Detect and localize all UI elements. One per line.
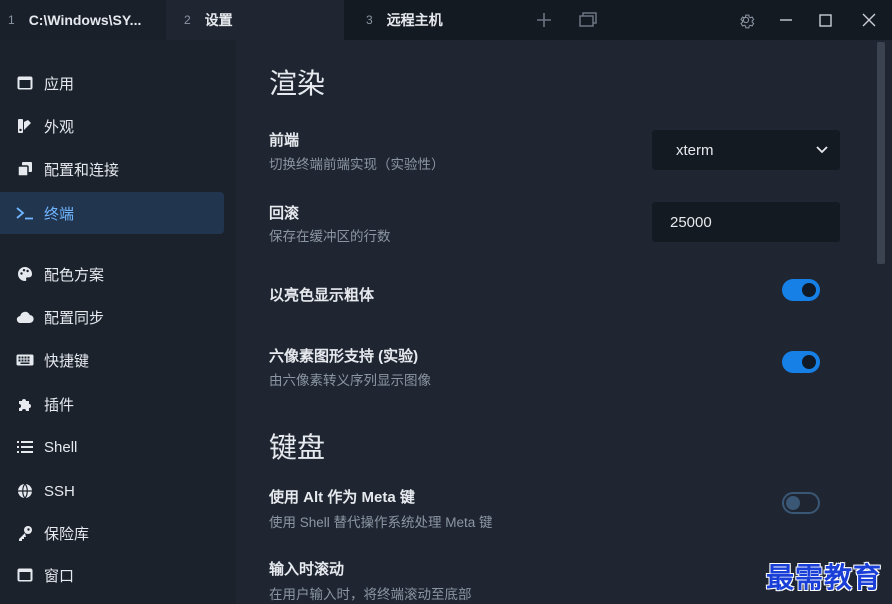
copy-icon (16, 160, 34, 178)
toggle-knob (802, 355, 816, 369)
sidebar-item-window[interactable]: 窗口 (0, 554, 224, 596)
sidebar-item-terminal[interactable]: 终端 (0, 192, 224, 234)
settings-sidebar: 应用 外观 配置和连接 终端 配色方案 配置同步 快捷键 插件 Shell SS… (0, 40, 236, 604)
close-icon (862, 13, 876, 27)
settings-content: 渲染 前端 切换终端前端实现（实验性） xterm 回滚 保存在缓冲区的行数 2… (236, 40, 876, 604)
sidebar-item-plugins[interactable]: 插件 (0, 383, 224, 425)
sidebar-item-label: 配色方案 (44, 266, 105, 284)
sidebar-item-ssh[interactable]: SSH (0, 470, 224, 512)
sidebar-item-color-schemes[interactable]: 配色方案 (0, 253, 224, 295)
list-icon (16, 438, 34, 456)
sidebar-item-label: 外观 (44, 118, 75, 136)
scrollback-desc: 保存在缓冲区的行数 (269, 229, 391, 244)
bold-bright-title: 以亮色显示粗体 (269, 287, 375, 304)
sidebar-item-label: 应用 (44, 75, 75, 93)
scroll-on-input-desc: 在用户输入时，将终端滚动至底部 (269, 587, 472, 602)
tab-number: 1 (8, 13, 15, 27)
toggle-knob (786, 496, 800, 510)
tab-bar: 1 C:\Windows\SY... 2 设置 3 远程主机 (0, 0, 892, 40)
sidebar-item-config-sync[interactable]: 配置同步 (0, 296, 224, 338)
tab-title: 远程主机 (386, 12, 443, 28)
tab-bar-spacer (610, 0, 724, 40)
maximize-button[interactable] (804, 0, 846, 40)
sidebar-item-vault[interactable]: 保险库 (0, 512, 224, 554)
section-heading-keyboard: 键盘 (269, 432, 326, 463)
scrollback-title: 回滚 (269, 205, 300, 222)
sixel-desc: 由六像素转义序列显示图像 (269, 373, 431, 388)
globe-icon (16, 482, 34, 500)
puzzle-icon (16, 395, 34, 413)
sidebar-item-label: 插件 (44, 396, 75, 414)
chevron-down-icon (816, 146, 828, 154)
cloud-icon (16, 308, 34, 326)
plus-icon (537, 13, 551, 27)
frontend-select-value: xterm (676, 141, 714, 159)
sidebar-item-label: SSH (44, 482, 75, 500)
window-stack-icon (579, 12, 597, 27)
tab-number: 3 (366, 13, 373, 27)
sidebar-item-shell[interactable]: Shell (0, 426, 224, 468)
minimize-button[interactable] (768, 0, 804, 40)
sidebar-item-profiles[interactable]: 配置和连接 (0, 148, 224, 190)
close-button[interactable] (846, 0, 892, 40)
toggle-knob (802, 283, 816, 297)
frontend-select[interactable]: xterm (652, 130, 840, 170)
section-heading-render: 渲染 (269, 68, 326, 99)
sidebar-item-label: 窗口 (44, 567, 75, 585)
sidebar-item-app[interactable]: 应用 (0, 62, 224, 104)
sidebar-item-label: 配置同步 (44, 309, 105, 327)
frontend-desc: 切换终端前端实现（实验性） (269, 157, 445, 172)
tab-number: 2 (184, 13, 191, 27)
watermark-text: 最需教育 (766, 561, 883, 594)
tab-terminal[interactable]: 1 C:\Windows\SY... (0, 0, 166, 40)
bold-bright-toggle[interactable] (782, 279, 820, 301)
terminal-icon (16, 204, 34, 222)
tab-title: C:\Windows\SY... (28, 12, 142, 28)
key-icon (16, 524, 34, 542)
sixel-title: 六像素图形支持 (实验) (269, 348, 419, 365)
sidebar-item-hotkeys[interactable]: 快捷键 (0, 339, 224, 381)
scroll-on-input-title: 输入时滚动 (269, 561, 345, 578)
tab-settings[interactable]: 2 设置 (166, 0, 344, 40)
palette-swatch-icon (16, 117, 34, 135)
keyboard-icon (16, 351, 34, 369)
sidebar-item-label: Shell (44, 438, 78, 456)
sidebar-item-appearance[interactable]: 外观 (0, 105, 224, 147)
sidebar-item-label: 保险库 (44, 525, 90, 543)
alt-meta-desc: 使用 Shell 替代操作系统处理 Meta 键 (269, 515, 493, 530)
sixel-toggle[interactable] (782, 351, 820, 373)
tab-title: 设置 (204, 12, 233, 28)
profiles-button[interactable] (566, 0, 610, 40)
scrollback-input[interactable]: 25000 (652, 202, 840, 242)
settings-button[interactable] (724, 0, 768, 40)
alt-meta-toggle[interactable] (782, 492, 820, 514)
sidebar-item-label: 终端 (44, 205, 75, 223)
scrollbar-thumb[interactable] (877, 42, 885, 264)
window-icon (16, 74, 34, 92)
gear-icon (740, 14, 755, 29)
sidebar-item-label: 配置和连接 (44, 161, 120, 179)
alt-meta-title: 使用 Alt 作为 Meta 键 (269, 489, 415, 506)
palette-icon (16, 265, 34, 283)
sidebar-item-label: 快捷键 (44, 352, 90, 370)
tab-remote-host[interactable]: 3 远程主机 (344, 0, 522, 40)
frontend-title: 前端 (269, 132, 300, 149)
minimize-icon (780, 19, 792, 21)
new-tab-button[interactable] (522, 0, 566, 40)
window-icon (16, 566, 34, 584)
maximize-icon (818, 13, 832, 27)
